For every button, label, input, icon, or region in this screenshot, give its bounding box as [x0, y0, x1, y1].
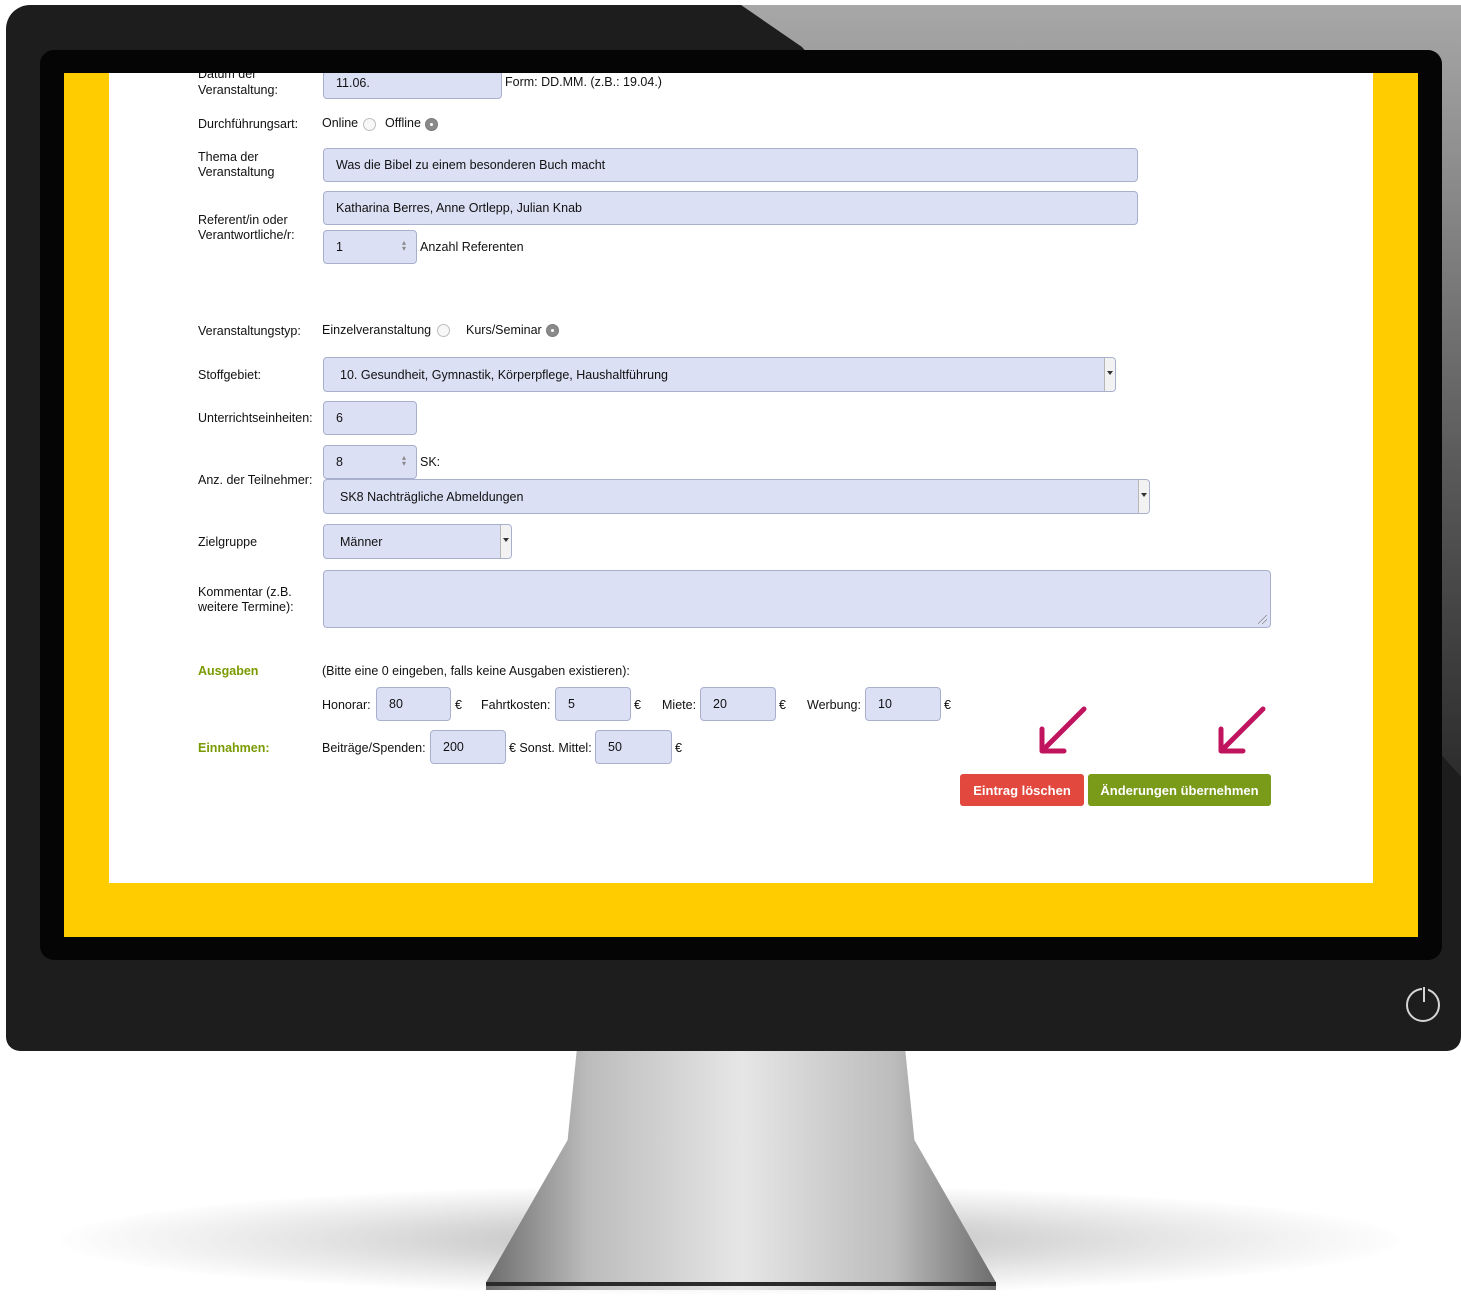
anzahl-referenten-label: Anzahl Referenten [420, 240, 524, 254]
referent-input[interactable]: Katharina Berres, Anne Ortlepp, Julian K… [323, 191, 1138, 225]
teilnehmer-value: 8 [336, 455, 343, 469]
einnahmen-heading: Einnahmen: [198, 741, 270, 755]
stoffgebiet-value: 10. Gesundheit, Gymnastik, Körperpflege,… [340, 367, 668, 382]
monitor-stand-base [486, 1282, 996, 1286]
teilnehmer-label: Anz. der Teilnehmer: [198, 473, 313, 487]
referent-value: Katharina Berres, Anne Ortlepp, Julian K… [336, 201, 582, 215]
zielgruppe-label: Zielgruppe [198, 535, 258, 549]
delete-entry-button[interactable]: Eintrag löschen [960, 774, 1084, 806]
online-label: Online [322, 116, 359, 130]
thema-label-top: Thema der [198, 150, 259, 164]
kommentar-textarea[interactable] [323, 570, 1271, 628]
sonst-value: 50 [608, 740, 622, 754]
chevron-down-icon[interactable] [1104, 358, 1115, 391]
resize-handle-icon[interactable] [1258, 615, 1267, 624]
sonst-input[interactable]: 50 [595, 730, 672, 764]
beitraege-value: 200 [443, 740, 464, 754]
datum-label-top: Datum der [198, 73, 257, 81]
kommentar-label-top: Kommentar (z.B. [198, 585, 292, 599]
chevron-down-icon[interactable] [1138, 480, 1149, 513]
honorar-value: 80 [389, 697, 403, 711]
sonst-currency: € [675, 741, 682, 755]
unterricht-input[interactable]: 6 [323, 401, 417, 435]
fahrtkosten-label: Fahrtkosten: [481, 698, 551, 712]
miete-input[interactable]: 20 [700, 687, 776, 721]
datum-hint: Form: DD.MM. (z.B.: 19.04.) [505, 75, 662, 89]
durchfuehrung-label: Durchführungsart: [198, 117, 299, 131]
event-form-page: Datum der Veranstaltung: 11.06. Form: DD… [109, 73, 1373, 883]
offline-label: Offline [385, 116, 421, 130]
datum-label: Veranstaltung: [198, 83, 278, 97]
beitraege-label: Beiträge/Spenden: [322, 741, 426, 755]
arrow-down-left-icon [1218, 706, 1266, 754]
stepper-arrows-icon[interactable]: ▴ ▾ [402, 239, 406, 253]
arrow-down-left-icon [1039, 706, 1087, 754]
honorar-input[interactable]: 80 [376, 687, 451, 721]
power-icon[interactable] [1406, 986, 1440, 1022]
werbung-input[interactable]: 10 [865, 687, 941, 721]
fahrtkosten-value: 5 [568, 697, 575, 711]
beitraege-input[interactable]: 200 [430, 730, 506, 764]
referent-label: Verantwortliche/r: [198, 228, 295, 242]
honorar-currency: € [455, 698, 462, 712]
sk-label: SK: [420, 455, 441, 469]
kurs-label: Kurs/Seminar [466, 323, 542, 337]
miete-currency: € [779, 698, 786, 712]
offline-radio[interactable] [425, 118, 438, 131]
chevron-down-icon[interactable] [500, 525, 511, 558]
stoffgebiet-label: Stoffgebiet: [198, 368, 262, 382]
stoffgebiet-select[interactable]: 10. Gesundheit, Gymnastik, Körperpflege,… [323, 357, 1116, 392]
thema-value: Was die Bibel zu einem besonderen Buch m… [336, 158, 606, 172]
ausgaben-hint: (Bitte eine 0 eingeben, falls keine Ausg… [322, 664, 630, 678]
werbung-currency: € [944, 698, 951, 712]
miete-value: 20 [713, 697, 727, 711]
miete-label: Miete: [662, 698, 697, 712]
datum-value: 11.06. [336, 76, 370, 90]
sk-select[interactable]: SK8 Nachträgliche Abmeldungen [323, 479, 1150, 514]
teilnehmer-stepper[interactable]: 8 ▴ ▾ [323, 445, 417, 479]
thema-input[interactable]: Was die Bibel zu einem besonderen Buch m… [323, 148, 1138, 182]
werbung-label: Werbung: [807, 698, 861, 712]
sonst-label: € Sonst. Mittel: [509, 741, 592, 755]
stepper-arrows-icon[interactable]: ▴ ▾ [402, 454, 406, 468]
online-radio[interactable] [363, 118, 376, 131]
anzahl-referenten-value: 1 [336, 240, 343, 254]
fahrtkosten-input[interactable]: 5 [555, 687, 631, 721]
unterricht-value: 6 [336, 411, 343, 425]
zielgruppe-select[interactable]: Männer [323, 524, 512, 559]
veranstaltungstyp-label: Veranstaltungstyp: [198, 324, 301, 338]
apply-changes-button[interactable]: Änderungen übernehmen [1088, 774, 1271, 806]
referent-label-top: Referent/in oder [198, 213, 288, 227]
unterricht-label: Unterrichtseinheiten: [198, 411, 313, 425]
kurs-radio[interactable] [546, 324, 559, 337]
ausgaben-heading: Ausgaben [198, 664, 259, 678]
sk-value: SK8 Nachträgliche Abmeldungen [340, 489, 524, 504]
honorar-label: Honorar: [322, 698, 371, 712]
einzel-label: Einzelveranstaltung [322, 323, 432, 337]
einzel-radio[interactable] [437, 324, 450, 337]
anzahl-referenten-stepper[interactable]: 1 ▴ ▾ [323, 230, 417, 264]
monitor-stand [486, 1040, 996, 1290]
fahrtkosten-currency: € [634, 698, 641, 712]
datum-input[interactable]: 11.06. [323, 73, 502, 99]
werbung-value: 10 [878, 697, 892, 711]
kommentar-label: weitere Termine): [198, 600, 294, 614]
thema-label: Veranstaltung [198, 165, 275, 179]
zielgruppe-value: Männer [340, 534, 383, 549]
